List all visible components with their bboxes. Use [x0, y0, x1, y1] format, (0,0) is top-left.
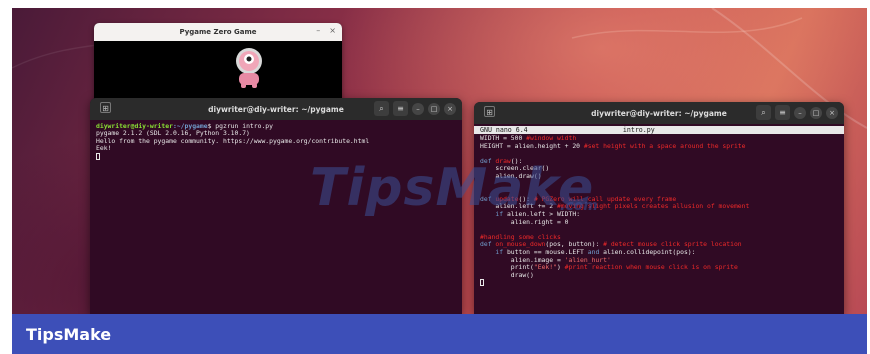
close-button[interactable]: × — [444, 102, 456, 115]
terminal-right-titlebar[interactable]: ⊞ diywriter@diy-writer: ~/pygame ⌕ ≡ – □… — [474, 102, 844, 124]
menu-icon[interactable]: ≡ — [393, 101, 408, 116]
minimize-button[interactable]: – — [412, 102, 424, 115]
footer-brand: TipsMake — [26, 324, 112, 344]
code-token: "Eek!" — [533, 263, 557, 272]
terminal-cursor — [96, 152, 100, 160]
code-token: alien.collidepoint(pos): — [599, 247, 696, 256]
alien-sprite[interactable] — [232, 47, 266, 89]
code-token: #print reaction when mouse click is on s… — [564, 263, 738, 272]
minimize-button[interactable]: – — [316, 26, 320, 35]
code-token: draw() — [480, 270, 534, 279]
code-line: alien.right = 0 — [480, 217, 838, 227]
search-icon[interactable]: ⌕ — [756, 105, 771, 120]
nano-version: GNU nano 6.4 — [480, 126, 528, 134]
terminal-left-titlebar[interactable]: ⊞ diywriter@diy-writer: ~/pygame ⌕ ≡ – □… — [90, 98, 462, 120]
code-line: draw() — [480, 270, 838, 280]
output-line: Hello from the pygame community. https:/… — [96, 136, 370, 145]
maximize-button[interactable]: □ — [428, 102, 440, 115]
code-token: alien.right = 0 — [480, 217, 569, 226]
nano-filename: intro.py — [622, 126, 655, 134]
close-button[interactable]: × — [826, 106, 838, 119]
code-line: HEIGHT = alien.height + 20 #set height w… — [480, 141, 838, 151]
output-line: Eek! — [96, 144, 112, 153]
code-token: ) — [556, 263, 565, 272]
close-button[interactable]: × — [329, 26, 336, 35]
desktop-wallpaper: Pygame Zero Game – × ⊞ diywriter@diy-wri… — [12, 8, 867, 314]
menu-icon[interactable]: ≡ — [775, 105, 790, 120]
editor-cursor — [480, 279, 484, 287]
minimize-button[interactable]: – — [794, 106, 806, 119]
screenshot-frame: Pygame Zero Game – × ⊞ diywriter@diy-wri… — [0, 0, 870, 354]
footer-banner: TipsMake — [12, 314, 867, 354]
code-token: #set height with a space around the spri… — [583, 141, 746, 150]
watermark: TipsMake — [310, 158, 595, 218]
pygame-window-title: Pygame Zero Game — [179, 28, 257, 36]
maximize-button[interactable]: □ — [810, 106, 822, 119]
search-icon[interactable]: ⌕ — [374, 101, 389, 116]
code-token: HEIGHT = alien.height + 20 — [480, 141, 584, 150]
watermark-suffix: .com — [560, 198, 598, 214]
pygame-titlebar[interactable]: Pygame Zero Game – × — [94, 23, 342, 41]
nano-header-bar: GNU nano 6.4 intro.py — [474, 126, 844, 134]
